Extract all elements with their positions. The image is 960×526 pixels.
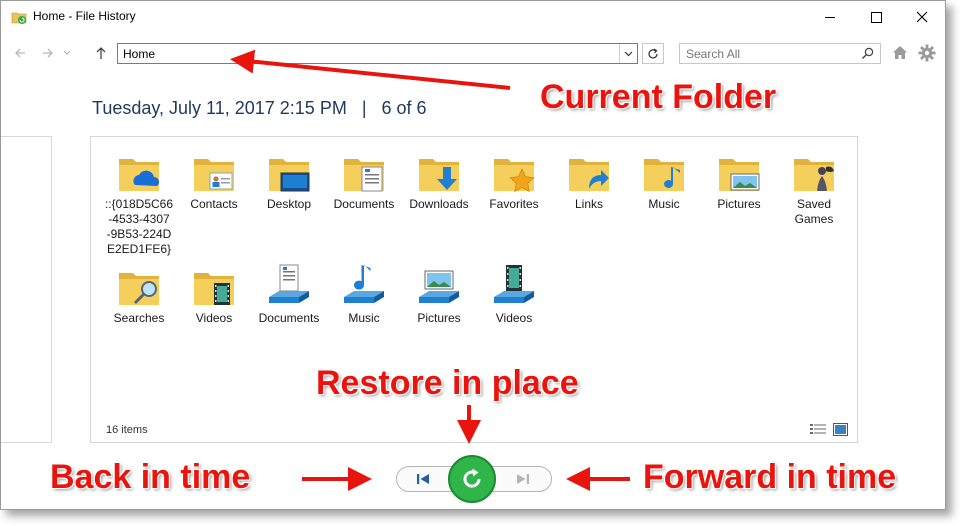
forward-arrow-icon <box>43 48 53 58</box>
file-item[interactable]: Pictures <box>403 261 475 326</box>
file-item[interactable]: Contacts <box>178 147 250 212</box>
music-folder-icon <box>644 159 684 191</box>
close-icon <box>916 11 928 23</box>
file-item-label: Saved Games <box>794 197 834 226</box>
file-item[interactable]: Videos <box>478 261 550 326</box>
file-item-label: Downloads <box>409 197 469 211</box>
file-item-label: Pictures <box>717 197 761 211</box>
navigation-bar: Home Search All <box>1 41 945 67</box>
file-item[interactable]: Videos <box>178 261 250 326</box>
music-library-icon <box>344 265 384 303</box>
back-arrow-icon <box>15 48 25 58</box>
file-item[interactable]: Favorites <box>478 147 550 212</box>
file-item[interactable]: Pictures <box>703 147 775 212</box>
search-icon[interactable] <box>861 47 874 60</box>
file-item-label: Music <box>648 197 680 211</box>
restore-icon <box>463 468 481 488</box>
file-item[interactable]: Desktop <box>253 147 325 212</box>
gear-icon[interactable] <box>918 44 936 62</box>
onedrive-folder-icon <box>119 159 159 191</box>
pictures-library-icon <box>419 270 459 303</box>
file-item-label: Documents <box>258 311 320 325</box>
file-item-label: Favorites <box>489 197 539 211</box>
searches-folder-icon <box>119 273 159 305</box>
close-button[interactable] <box>899 1 945 33</box>
documents-library-icon <box>269 264 309 303</box>
file-item-label: ::{018D5C66 -4533-4307 -9B53-224D E2ED1F… <box>104 197 174 256</box>
file-item-label: Videos <box>195 311 233 325</box>
file-item[interactable]: Documents <box>253 261 325 326</box>
skip-forward-icon <box>517 474 529 484</box>
maximize-button[interactable] <box>853 1 899 33</box>
refresh-button[interactable] <box>642 43 664 64</box>
file-item[interactable]: Links <box>553 147 625 212</box>
skip-back-icon <box>417 474 429 484</box>
desktop-folder-icon <box>269 159 310 192</box>
file-item[interactable]: Documents <box>328 147 400 212</box>
file-item[interactable]: ::{018D5C66 -4533-4307 -9B53-224D E2ED1F… <box>103 147 175 257</box>
file-item-label: Videos <box>495 311 533 325</box>
up-button[interactable] <box>92 44 110 62</box>
item-count: 16 items <box>106 424 148 436</box>
home-icon[interactable] <box>892 45 908 60</box>
minimize-icon <box>825 16 835 18</box>
annotation-forward-in-time: Forward in time <box>643 458 897 496</box>
address-text: Home <box>123 47 156 61</box>
videos-folder-icon <box>194 273 234 305</box>
chevron-down-icon <box>624 51 633 56</box>
minimize-button[interactable] <box>807 1 853 33</box>
file-item-label: Documents <box>333 197 395 211</box>
maximize-icon <box>870 11 882 23</box>
videos-library-icon <box>494 265 534 303</box>
documents-folder-icon <box>344 159 384 192</box>
chevron-down-icon <box>63 50 71 55</box>
pictures-folder-icon <box>719 159 760 191</box>
file-item[interactable]: Saved Games <box>778 147 850 227</box>
file-item-label: Pictures <box>417 311 461 325</box>
details-view-icon[interactable] <box>810 423 826 436</box>
file-item-label: Links <box>574 197 603 211</box>
file-item[interactable]: Downloads <box>403 147 475 212</box>
annotation-restore-in-place: Restore in place <box>316 364 579 402</box>
address-bar[interactable]: Home <box>117 43 638 64</box>
forward-button[interactable] <box>39 44 57 62</box>
file-item[interactable]: Music <box>328 261 400 326</box>
file-item-label: Desktop <box>266 197 312 211</box>
file-item-label: Searches <box>113 311 165 325</box>
file-item[interactable]: Searches <box>103 261 175 326</box>
version-position: 6 of 6 <box>381 98 427 118</box>
address-dropdown-button[interactable] <box>619 44 637 63</box>
annotation-back-in-time: Back in time <box>50 458 251 496</box>
file-item-label: Music <box>348 311 380 325</box>
up-arrow-icon <box>96 47 106 59</box>
search-placeholder: Search All <box>686 47 741 61</box>
file-history-app-icon <box>11 12 27 24</box>
backup-date: Tuesday, July 11, 2017 2:15 PM <box>92 98 347 118</box>
back-button[interactable] <box>11 44 29 62</box>
links-folder-icon <box>569 159 609 191</box>
next-version-button[interactable] <box>509 467 537 491</box>
previous-version-button[interactable] <box>409 467 437 491</box>
restore-button[interactable] <box>448 455 496 503</box>
annotation-current-folder: Current Folder <box>540 78 777 116</box>
contacts-folder-icon <box>194 159 234 191</box>
search-box[interactable]: Search All <box>679 43 881 64</box>
navigation-pane[interactable] <box>1 136 52 443</box>
backup-date-header: Tuesday, July 11, 2017 2:15 PM | 6 of 6 <box>92 98 427 119</box>
file-history-window: Home - File History Home Search All Tues… <box>0 0 946 510</box>
file-item-label: Contacts <box>190 197 238 211</box>
header-separator: | <box>361 98 367 118</box>
recent-locations-button[interactable] <box>61 44 73 62</box>
window-title: Home - File History <box>33 9 136 23</box>
saved-games-folder-icon <box>794 159 834 191</box>
refresh-icon <box>648 47 658 58</box>
downloads-folder-icon <box>419 159 459 191</box>
file-item[interactable]: Music <box>628 147 700 212</box>
favorites-folder-icon <box>494 159 535 193</box>
large-icons-view-icon[interactable] <box>833 423 848 436</box>
title-bar: Home - File History <box>1 1 945 33</box>
